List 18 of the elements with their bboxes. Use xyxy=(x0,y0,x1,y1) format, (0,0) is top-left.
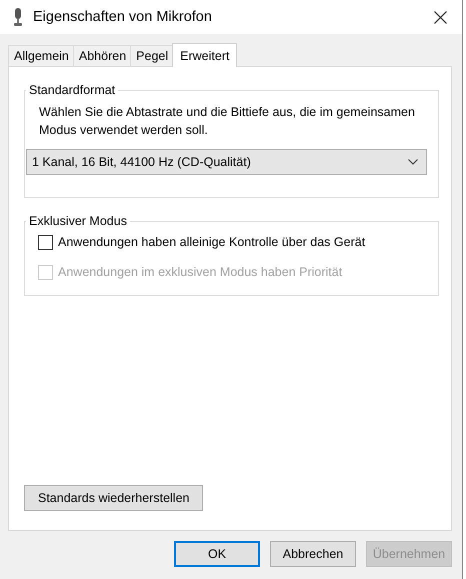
tab[interactable]: Pegel xyxy=(130,45,174,66)
description-text: Wählen Sie die Abtastrate und die Bittiefe aus, die im gemeinsamen Modus verwendet werden soll. xyxy=(39,104,416,139)
checkbox[interactable] xyxy=(38,234,53,250)
microphone-icon xyxy=(13,8,23,26)
checkbox-label: Anwendungen im exklusiven Modus haben Priorität xyxy=(58,265,342,279)
chevron-down-icon xyxy=(408,159,418,165)
format-dropdown[interactable]: 1 Kanal, 16 Bit, 44100 Hz (CD-Qualität) xyxy=(26,149,427,175)
group-title: Standardformat xyxy=(28,83,116,97)
window-title: Eigenschaften von Mikrofon xyxy=(33,9,213,25)
close-icon[interactable] xyxy=(434,10,447,24)
tab[interactable]: Allgemein xyxy=(8,45,74,66)
dialog-button: Übernehmen xyxy=(366,541,452,567)
dialog-button[interactable]: OK xyxy=(174,541,260,567)
tab[interactable]: Erweitert xyxy=(172,43,238,67)
group-title: Exklusiver Modus xyxy=(28,214,128,228)
checkbox-label: Anwendungen haben alleinige Kontrolle über das Gerät xyxy=(58,235,366,249)
dialog-button[interactable]: Abbrechen xyxy=(270,541,356,567)
restore-defaults-button[interactable]: Standards wiederherstellen xyxy=(24,485,204,511)
